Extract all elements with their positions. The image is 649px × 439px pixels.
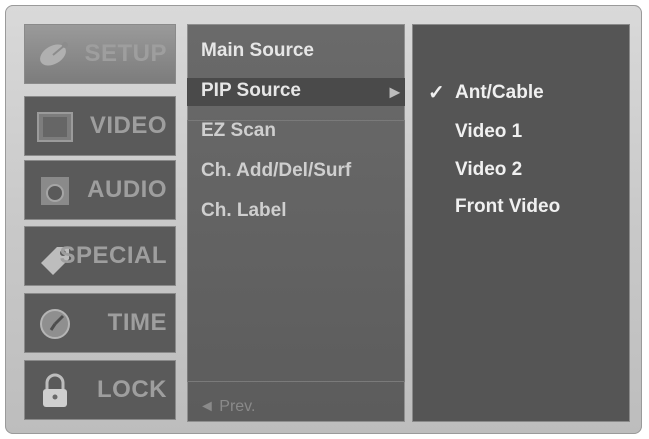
option-ant-cable[interactable]: Ant/Cable xyxy=(455,82,544,104)
category-label: TIME xyxy=(107,309,167,336)
menu-item-ez-scan[interactable]: EZ Scan xyxy=(201,120,276,142)
category-label: LOCK xyxy=(97,376,167,403)
category-time[interactable]: TIME xyxy=(24,293,176,353)
category-audio[interactable]: AUDIO xyxy=(24,160,176,220)
clock-icon xyxy=(33,302,77,346)
submenu-arrow-icon: ► xyxy=(386,82,404,102)
checkmark-icon: ✓ xyxy=(428,82,445,104)
menu-item-pip-source[interactable]: PIP Source xyxy=(201,80,301,102)
category-special[interactable]: SPECIAL xyxy=(24,226,176,286)
category-label: SETUP xyxy=(84,40,167,67)
category-video[interactable]: VIDEO xyxy=(24,96,176,156)
menu-item-ch-add-del-surf[interactable]: Ch. Add/Del/Surf xyxy=(201,160,351,182)
padlock-icon xyxy=(33,369,77,413)
category-label: AUDIO xyxy=(87,176,167,203)
category-label: SPECIAL xyxy=(59,242,167,269)
menu-item-ch-label[interactable]: Ch. Label xyxy=(201,200,287,222)
satellite-dish-icon xyxy=(33,33,77,77)
screen-icon xyxy=(33,105,77,149)
category-setup[interactable]: SETUP xyxy=(24,24,176,84)
option-front-video[interactable]: Front Video xyxy=(455,196,560,218)
option-video-1[interactable]: Video 1 xyxy=(455,121,522,143)
menu-item-main-source[interactable]: Main Source xyxy=(201,40,314,62)
category-lock[interactable]: LOCK xyxy=(24,360,176,420)
prev-button[interactable]: ◄ Prev. xyxy=(199,398,255,416)
speaker-icon xyxy=(33,169,77,213)
option-video-2[interactable]: Video 2 xyxy=(455,159,522,181)
category-label: VIDEO xyxy=(89,112,167,139)
